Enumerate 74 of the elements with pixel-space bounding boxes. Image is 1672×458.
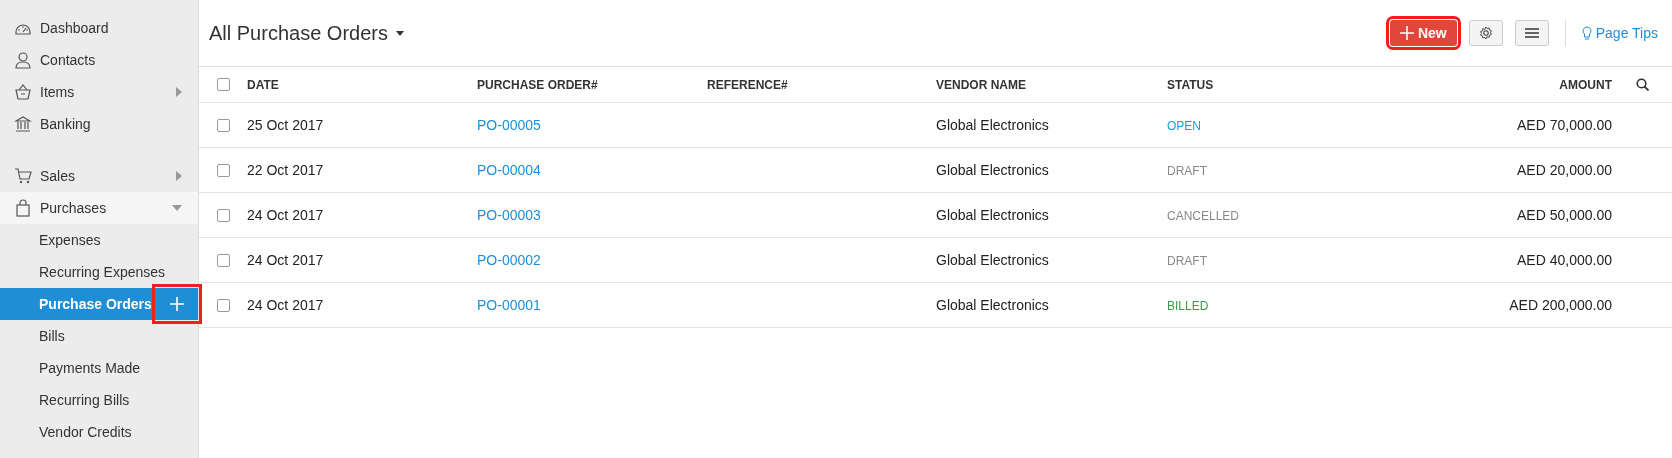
sidebar-label: Purchases xyxy=(40,198,107,218)
column-header: PURCHASE ORDER# xyxy=(477,77,598,92)
column-header: STATUS xyxy=(1167,77,1214,92)
table-cell: Global Electronics xyxy=(936,116,1049,133)
sidebar-subitem[interactable]: Vendor Credits xyxy=(0,416,198,448)
sidebar-label: Contacts xyxy=(40,50,96,70)
table-cell: 24 Oct 2017 xyxy=(247,251,324,268)
order-link[interactable]: PO-00001 xyxy=(477,296,541,313)
row-checkbox[interactable] xyxy=(217,208,230,222)
sidebar-subitem[interactable]: Recurring Expenses xyxy=(0,256,198,288)
row-checkbox[interactable] xyxy=(217,163,230,177)
table-cell: Global Electronics xyxy=(936,161,1049,178)
person-icon xyxy=(14,51,32,69)
sidebar-item[interactable]: Items xyxy=(0,76,198,108)
order-link[interactable]: PO-00002 xyxy=(477,251,541,268)
bank-icon xyxy=(14,115,32,133)
lightbulb-icon xyxy=(1581,25,1592,41)
sidebar-subitem[interactable]: Recurring Bills xyxy=(0,384,198,416)
select-all-checkbox[interactable] xyxy=(217,78,230,91)
table-cell: 22 Oct 2017 xyxy=(247,161,324,178)
table-cell: Global Electronics xyxy=(936,206,1049,223)
caret-down-icon xyxy=(395,30,404,36)
sidebar-item[interactable]: Purchases xyxy=(0,192,198,224)
column-header: VENDOR NAME xyxy=(936,77,1026,92)
column-header: DATE xyxy=(247,77,279,92)
sidebar-item[interactable]: Banking xyxy=(0,108,198,140)
order-link[interactable]: PO-00004 xyxy=(477,161,541,178)
table-cell: AED 40,000.00 xyxy=(1517,251,1612,268)
table-cell: AED 50,000.00 xyxy=(1517,206,1612,223)
cart-icon xyxy=(14,167,32,185)
status-label: OPEN xyxy=(1167,118,1201,133)
table-cell: 25 Oct 2017 xyxy=(247,116,324,133)
sidebar-item[interactable]: Contacts xyxy=(0,44,198,76)
table-cell: Global Electronics xyxy=(936,296,1049,313)
row-checkbox[interactable] xyxy=(217,298,230,312)
column-header: AMOUNT xyxy=(1559,77,1612,92)
basket-icon xyxy=(14,83,32,101)
sidebar-subitem[interactable]: Bills xyxy=(0,320,198,352)
order-link[interactable]: PO-00003 xyxy=(477,206,541,223)
table-cell: AED 20,000.00 xyxy=(1517,161,1612,178)
search-icon[interactable] xyxy=(1635,78,1649,91)
table-cell: Global Electronics xyxy=(936,251,1049,268)
row-checkbox[interactable] xyxy=(217,253,230,267)
settings-icon xyxy=(1478,26,1493,40)
settings-button[interactable] xyxy=(1468,20,1503,46)
shopping-bag-icon xyxy=(14,199,32,217)
sidebar-label: Dashboard xyxy=(40,18,109,38)
column-header: REFERENCE# xyxy=(707,77,788,92)
view-selector[interactable]: All Purchase Orders xyxy=(209,18,404,48)
caret-right-icon xyxy=(176,171,182,181)
row-checkbox[interactable] xyxy=(217,118,230,132)
table-cell: AED 70,000.00 xyxy=(1517,116,1612,133)
status-label: CANCELLED xyxy=(1167,208,1240,223)
sidebar-subitem[interactable]: Expenses xyxy=(0,224,198,256)
status-label: BILLED xyxy=(1167,298,1209,313)
plus-icon xyxy=(1399,26,1414,40)
menu-icon xyxy=(1524,28,1539,38)
menu-button[interactable] xyxy=(1514,20,1549,46)
caret-down-icon xyxy=(172,205,182,211)
sidebar-label: Banking xyxy=(40,114,91,134)
sidebar-label: Items xyxy=(40,82,75,102)
sidebar-item[interactable]: Dashboard xyxy=(0,12,198,44)
table-cell: 24 Oct 2017 xyxy=(247,296,324,313)
plus-icon xyxy=(170,297,184,311)
sidebar-item[interactable]: Sales xyxy=(0,160,198,192)
order-link[interactable]: PO-00005 xyxy=(477,116,541,133)
caret-right-icon xyxy=(176,87,182,97)
status-label: DRAFT xyxy=(1167,163,1207,178)
status-label: DRAFT xyxy=(1167,253,1207,268)
table-cell: AED 200,000.00 xyxy=(1509,296,1612,313)
page-tips-link[interactable]: Page Tips xyxy=(1581,22,1658,44)
sidebar-subitem[interactable]: Payments Made xyxy=(0,352,198,384)
table-cell: 24 Oct 2017 xyxy=(247,206,324,223)
sidebar-label: Sales xyxy=(40,166,76,186)
